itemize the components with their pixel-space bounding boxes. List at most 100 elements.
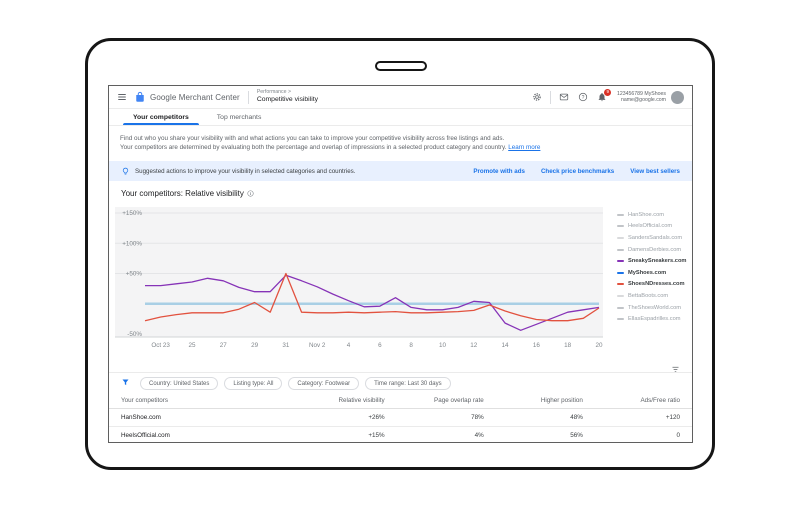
info-icon[interactable] bbox=[247, 190, 254, 197]
tab-top-merchants[interactable]: Top merchants bbox=[203, 109, 276, 125]
avatar[interactable] bbox=[671, 90, 684, 104]
filter-chip[interactable]: Time range: Last 30 days bbox=[365, 376, 451, 390]
chart-legend: HanShoe.com HeelsOfficial.com SandersSanda… bbox=[617, 209, 692, 325]
legend-name: MyShoes.com bbox=[628, 269, 667, 276]
check-price-benchmarks-link[interactable]: Check price benchmarks bbox=[541, 168, 614, 175]
legend-item[interactable]: ShoesNDresses.com bbox=[617, 279, 692, 291]
tab-bar: Your competitors Top merchants bbox=[109, 109, 692, 126]
table-column-header[interactable]: Higher position bbox=[493, 393, 593, 409]
legend-item[interactable]: EllasEspadrilles.com bbox=[617, 313, 692, 325]
tablet-camera bbox=[375, 61, 427, 71]
legend-name: EllasEspadrilles.com bbox=[628, 316, 681, 323]
legend-dash-icon bbox=[617, 318, 624, 321]
x-axis-label: 20 bbox=[595, 342, 603, 349]
merchant-center-screen: Google Merchant Center Performance > Com… bbox=[108, 85, 693, 443]
svg-text:?: ? bbox=[582, 95, 585, 101]
legend-name: HanShoe.com bbox=[628, 211, 665, 218]
divider bbox=[549, 90, 551, 104]
tab-your-competitors[interactable]: Your competitors bbox=[119, 109, 203, 125]
chart-title-row: Your competitors: Relative visibility bbox=[121, 189, 254, 198]
suggestions-banner: Suggested actions to improve your visibi… bbox=[109, 161, 692, 181]
mail-icon[interactable] bbox=[559, 92, 569, 102]
intro-text: Find out who you share your visibility w… bbox=[120, 134, 681, 152]
x-axis-label: 29 bbox=[251, 342, 259, 349]
x-axis-label: Oct 23 bbox=[151, 342, 170, 349]
settings-icon[interactable] bbox=[532, 92, 542, 102]
legend-dash-icon bbox=[617, 271, 624, 274]
tablet-frame: Google Merchant Center Performance > Com… bbox=[85, 38, 715, 470]
x-axis-label: 4 bbox=[347, 342, 351, 349]
hamburger-menu-icon[interactable] bbox=[117, 92, 127, 102]
x-axis-label: 12 bbox=[470, 342, 478, 349]
x-axis-label: 14 bbox=[502, 342, 510, 349]
legend-item[interactable]: SneakySneakers.com bbox=[617, 255, 692, 267]
legend-dash-icon bbox=[617, 283, 624, 286]
learn-more-link[interactable]: Learn more bbox=[508, 144, 540, 151]
banner-text: Suggested actions to improve your visibi… bbox=[135, 167, 356, 175]
x-axis-label: 8 bbox=[409, 342, 413, 349]
table-cell: +15% bbox=[295, 426, 395, 442]
help-icon[interactable]: ? bbox=[578, 92, 588, 102]
banner-links: Promote with ads Check price benchmarks … bbox=[473, 168, 680, 175]
legend-item[interactable]: HeelsOfficial.com bbox=[617, 221, 692, 233]
legend-dash-icon bbox=[617, 260, 624, 263]
y-axis-label: +50% bbox=[126, 271, 143, 278]
table-header-row: Your competitors Relative visibility Page … bbox=[109, 393, 692, 409]
legend-item[interactable]: BettaBoots.com bbox=[617, 290, 692, 302]
legend-dash-icon bbox=[617, 236, 624, 239]
chart-title: Your competitors: Relative visibility bbox=[121, 189, 244, 198]
legend-dash-icon bbox=[617, 248, 624, 251]
legend-name: HeelsOfficial.com bbox=[628, 223, 673, 230]
table-row: HanShoe.com +26% 78% 48% +120 bbox=[109, 408, 692, 427]
lightbulb-icon bbox=[121, 167, 130, 176]
notifications-bell-icon[interactable]: 9 bbox=[597, 89, 611, 102]
x-axis-label: 16 bbox=[533, 342, 541, 349]
table-column-header[interactable]: Page overlap rate bbox=[394, 393, 494, 409]
breadcrumb-parent[interactable]: Performance > bbox=[257, 90, 318, 95]
table-cell: +26% bbox=[295, 408, 395, 427]
table-cell: 48% bbox=[493, 408, 593, 427]
table-column-header[interactable]: Ads/Free ratio bbox=[592, 393, 692, 409]
legend-item[interactable]: TheShoesWorld.com bbox=[617, 302, 692, 314]
legend-name: ShoesNDresses.com bbox=[628, 281, 685, 288]
competitors-table: Your competitors Relative visibility Page … bbox=[109, 393, 692, 442]
intro-line-2: Your competitors are determined by evalu… bbox=[120, 144, 541, 151]
filter-chip[interactable]: Country: United States bbox=[140, 376, 219, 390]
table-cell: HanShoe.com bbox=[109, 408, 296, 427]
account-info[interactable]: 123456789 MyShoes name@google.com bbox=[617, 91, 666, 103]
view-best-sellers-link[interactable]: View best sellers bbox=[630, 168, 680, 175]
x-axis-label: 18 bbox=[564, 342, 572, 349]
visibility-chart: +150%+100%+50%-50%Oct 23 25 27 29 31 Nov 2468… bbox=[115, 207, 603, 349]
table-column-header[interactable]: Relative visibility bbox=[295, 393, 395, 409]
table-cell: 4% bbox=[394, 426, 494, 442]
table-cell: HeelsOfficial.com bbox=[109, 426, 296, 442]
filter-chip[interactable]: Category: Footwear bbox=[288, 376, 360, 390]
filter-chips: Country: United States Listing type: All C… bbox=[140, 376, 451, 390]
app-header: Google Merchant Center Performance > Com… bbox=[109, 86, 692, 109]
filter-chip[interactable]: Listing type: All bbox=[224, 376, 283, 390]
merchant-center-logo-icon bbox=[134, 91, 146, 103]
notification-badge: 9 bbox=[604, 89, 611, 96]
legend-dash-icon bbox=[617, 306, 624, 309]
table-cell: 78% bbox=[394, 408, 494, 427]
legend-name: DamensDerbies.com bbox=[628, 246, 682, 253]
y-axis-label: +100% bbox=[122, 240, 142, 247]
legend-item[interactable]: DamensDerbies.com bbox=[617, 244, 692, 256]
legend-item[interactable]: MyShoes.com bbox=[617, 267, 692, 279]
funnel-filter-icon[interactable] bbox=[121, 374, 130, 392]
legend-name: TheShoesWorld.com bbox=[628, 304, 682, 311]
product-name: Google Merchant Center bbox=[150, 92, 240, 102]
table-cell: 56% bbox=[493, 426, 593, 442]
legend-dash-icon bbox=[617, 225, 624, 228]
table-cell: +120 bbox=[592, 408, 692, 427]
filter-chips-row: Country: United States Listing type: All C… bbox=[109, 372, 692, 393]
legend-item[interactable]: SandersSandals.com bbox=[617, 232, 692, 244]
account-email: name@google.com bbox=[620, 97, 666, 103]
x-axis-label: 31 bbox=[282, 342, 290, 349]
table-column-header[interactable]: Your competitors bbox=[109, 393, 296, 409]
table-row: HeelsOfficial.com +15% 4% 56% 0 bbox=[109, 426, 692, 442]
intro-line-1: Find out who you share your visibility w… bbox=[120, 135, 505, 142]
y-axis-label: +150% bbox=[122, 210, 142, 217]
promote-with-ads-link[interactable]: Promote with ads bbox=[473, 168, 525, 175]
legend-item[interactable]: HanShoe.com bbox=[617, 209, 692, 221]
